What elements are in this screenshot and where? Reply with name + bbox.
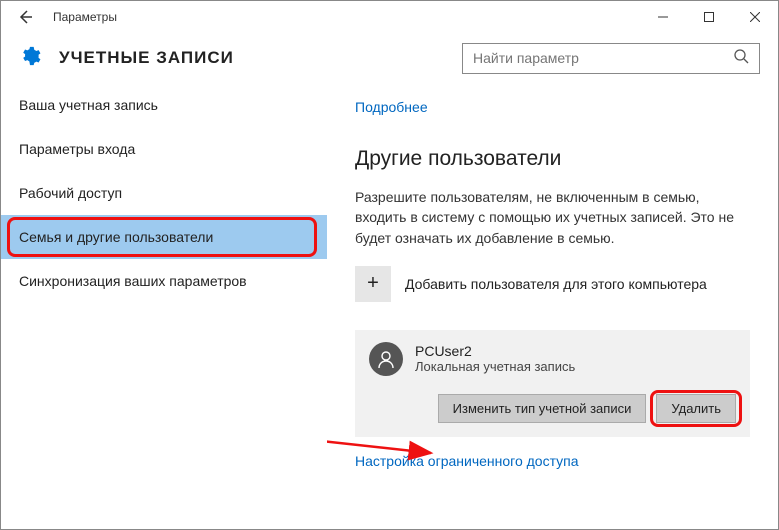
page-title: УЧЕТНЫЕ ЗАПИСИ: [59, 48, 234, 68]
user-card[interactable]: PCUser2 Локальная учетная запись Изменит…: [355, 330, 750, 437]
plus-icon: +: [355, 266, 391, 302]
maximize-button[interactable]: [686, 1, 732, 33]
change-account-type-button[interactable]: Изменить тип учетной записи: [438, 394, 647, 423]
user-name: PCUser2: [415, 343, 575, 359]
add-user-button[interactable]: + Добавить пользователя для этого компью…: [355, 266, 750, 302]
details-link[interactable]: Подробнее: [355, 99, 428, 115]
close-button[interactable]: [732, 1, 778, 33]
search-box[interactable]: [462, 43, 760, 74]
user-type: Локальная учетная запись: [415, 359, 575, 374]
sidebar-item-your-account[interactable]: Ваша учетная запись: [1, 83, 327, 127]
restricted-access-link[interactable]: Настройка ограниченного доступа: [355, 453, 579, 469]
main-panel: Подробнее Другие пользователи Разрешите …: [327, 83, 778, 529]
avatar: [369, 342, 403, 376]
sidebar: Ваша учетная запись Параметры входа Рабо…: [1, 83, 327, 529]
back-button[interactable]: [9, 1, 41, 33]
section-description: Разрешите пользователям, не включенным в…: [355, 187, 750, 248]
add-user-label: Добавить пользователя для этого компьюте…: [405, 276, 707, 292]
delete-user-button[interactable]: Удалить: [656, 394, 736, 423]
window-title: Параметры: [53, 10, 117, 24]
gear-icon: [19, 45, 41, 72]
section-heading: Другие пользователи: [355, 147, 750, 171]
search-icon: [733, 48, 749, 69]
sidebar-item-sync-settings[interactable]: Синхронизация ваших параметров: [1, 259, 327, 303]
sidebar-item-signin-options[interactable]: Параметры входа: [1, 127, 327, 171]
minimize-button[interactable]: [640, 1, 686, 33]
sidebar-item-work-access[interactable]: Рабочий доступ: [1, 171, 327, 215]
search-input[interactable]: [473, 50, 733, 66]
sidebar-item-family-other-users[interactable]: Семья и другие пользователи: [1, 215, 327, 259]
